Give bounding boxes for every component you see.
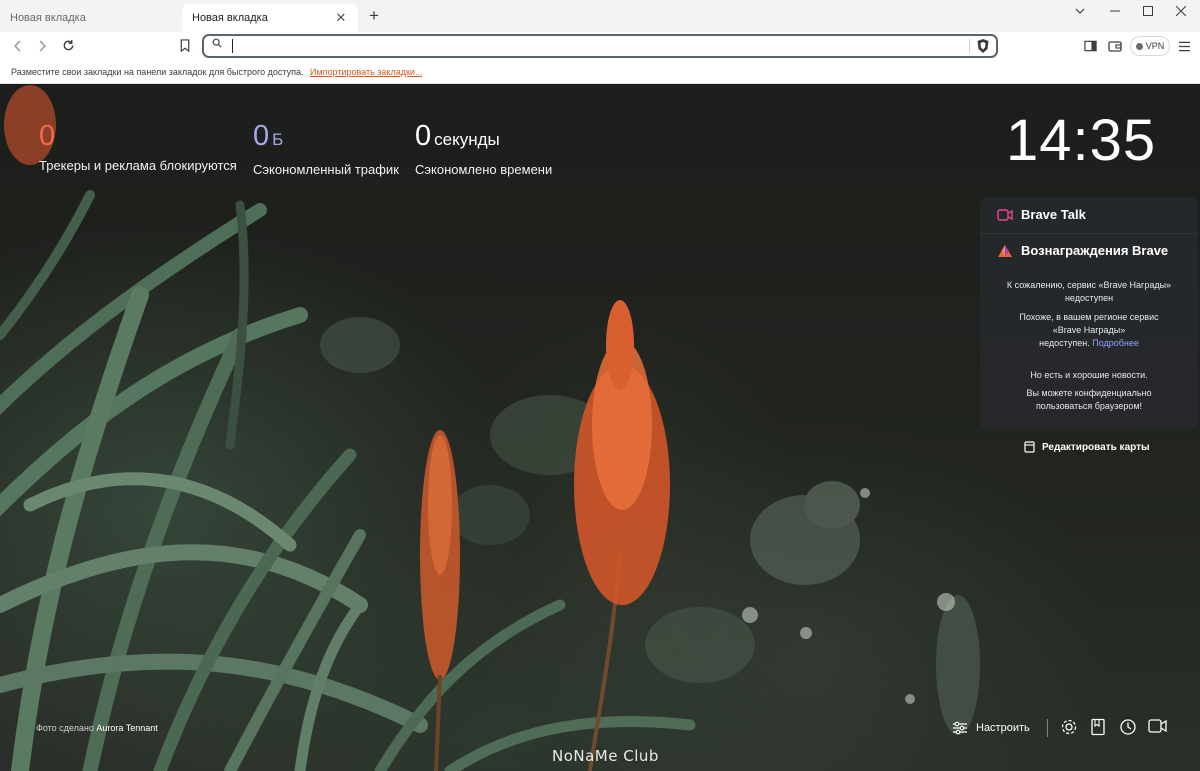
clock: 14:35 — [1006, 108, 1157, 173]
vpn-status-icon — [1135, 42, 1143, 50]
history-icon[interactable] — [1119, 718, 1139, 738]
menu-icon[interactable] — [1173, 36, 1195, 58]
watermark: NoNaMe Club — [552, 747, 659, 765]
time-unit: секунды — [434, 130, 500, 149]
bandwidth-unit: Б — [272, 130, 284, 149]
forward-icon[interactable] — [31, 36, 53, 58]
toolbar: VPN — [0, 32, 1200, 62]
msg-line: недоступен — [1064, 293, 1114, 303]
stat-bandwidth: 0Б Сэкономленный трафик — [253, 120, 399, 177]
edit-cards-button[interactable]: Редактировать карты — [1024, 441, 1150, 453]
vpn-button[interactable]: VPN — [1130, 36, 1170, 56]
brave-talk-icon — [997, 208, 1013, 221]
search-icon — [212, 38, 222, 51]
brave-rewards-card: Вознаграждения Brave — [997, 243, 1168, 258]
stat-time: 0 секунды Сэкономлено времени — [415, 120, 552, 177]
brave-talk-card[interactable]: Brave Talk — [997, 207, 1086, 222]
customize-label: Настроить — [976, 722, 1030, 734]
text-caret — [232, 39, 233, 53]
private-browsing-msg: Вы можете конфиденциально пользоваться б… — [990, 387, 1188, 413]
customize-button[interactable]: Настроить — [952, 715, 1030, 741]
reload-icon[interactable] — [57, 36, 79, 58]
bookmarks-icon[interactable] — [1090, 718, 1110, 738]
learn-more-link[interactable]: Подробнее — [1092, 338, 1139, 348]
trackers-count: 0 — [39, 120, 56, 152]
photo-credit-prefix: Фото сделано — [36, 723, 94, 733]
msg-line: Похоже, в вашем регионе сервис — [1019, 312, 1159, 322]
msg-line: недоступен. Подробнее — [990, 337, 1188, 350]
brave-talk-icon[interactable] — [1148, 718, 1168, 738]
brave-rewards-icon — [998, 244, 1012, 257]
trackers-label: Трекеры и реклама блокируются — [39, 158, 237, 173]
tab-title: Новая вкладка — [10, 12, 86, 24]
new-tab-page: 0 Трекеры и реклама блокируются 0Б Сэкон… — [0, 85, 1200, 771]
edit-cards-icon — [1024, 441, 1035, 453]
msg-line: пользоваться браузером! — [1035, 401, 1143, 411]
time-count: 0 — [415, 120, 432, 152]
edit-cards-label: Редактировать карты — [1042, 441, 1150, 453]
settings-gear-icon[interactable] — [1060, 718, 1080, 738]
brave-shield-icon[interactable] — [976, 38, 990, 54]
address-separator — [969, 39, 970, 53]
bookmark-icon[interactable] — [174, 36, 196, 58]
close-window-icon[interactable] — [1166, 2, 1196, 22]
sliders-icon — [953, 721, 967, 735]
maximize-icon[interactable] — [1133, 2, 1163, 22]
brave-rewards-title: Вознаграждения Brave — [1021, 243, 1169, 258]
sidebar-icon[interactable] — [1079, 36, 1101, 58]
brave-talk-title: Brave Talk — [1021, 207, 1086, 222]
stat-trackers: 0 Трекеры и реклама блокируются — [39, 120, 237, 173]
card-divider — [980, 233, 1198, 234]
back-icon[interactable] — [7, 36, 29, 58]
widget-cards: Brave Talk Вознаграждения Brave К сожале… — [980, 197, 1198, 429]
msg-line: К сожалению, сервис «Brave Награды» — [1006, 280, 1172, 290]
tab-title: Новая вкладка — [192, 12, 268, 24]
tab-new-tab-1[interactable]: Новая вкладка — [0, 4, 182, 32]
tab-new-tab-2[interactable]: Новая вкладка ✕ — [182, 4, 358, 32]
vpn-label: VPN — [1145, 41, 1165, 51]
new-tab-button[interactable]: + — [364, 6, 384, 26]
time-label: Сэкономлено времени — [415, 162, 553, 177]
tab-strip: Новая вкладка Новая вкладка ✕ + — [0, 0, 1200, 32]
bandwidth-count: 0 — [253, 120, 270, 152]
msg-line: Вы можете конфиденциально — [1026, 388, 1152, 398]
minimize-icon[interactable] — [1100, 2, 1130, 22]
address-input[interactable] — [234, 37, 954, 55]
msg-text: недоступен. — [1039, 338, 1090, 348]
tab-search-chevron-icon[interactable] — [1065, 2, 1095, 22]
rewards-region-msg: Похоже, в вашем регионе сервис «Brave На… — [990, 311, 1188, 350]
photo-credit: Фото сделано Aurora Tennant — [36, 723, 158, 733]
close-tab-icon[interactable]: ✕ — [332, 9, 350, 27]
bookmarks-bar: Разместите свои закладки на панели закла… — [0, 62, 1200, 84]
address-bar[interactable] — [202, 34, 998, 58]
bookmarks-hint: Разместите свои закладки на панели закла… — [11, 67, 304, 77]
bottom-divider — [1047, 719, 1048, 737]
photo-credit-author[interactable]: Aurora Tennant — [96, 723, 157, 733]
import-bookmarks-link[interactable]: Импортировать закладки... — [310, 67, 422, 77]
bandwidth-label: Сэкономленный трафик — [253, 162, 399, 177]
msg-line: «Brave Награды» — [1052, 325, 1126, 335]
good-news-msg: Но есть и хорошие новости. — [1030, 370, 1148, 380]
rewards-unavailable-msg: К сожалению, сервис «Brave Награды» недо… — [990, 279, 1188, 305]
wallet-icon[interactable] — [1104, 36, 1126, 58]
